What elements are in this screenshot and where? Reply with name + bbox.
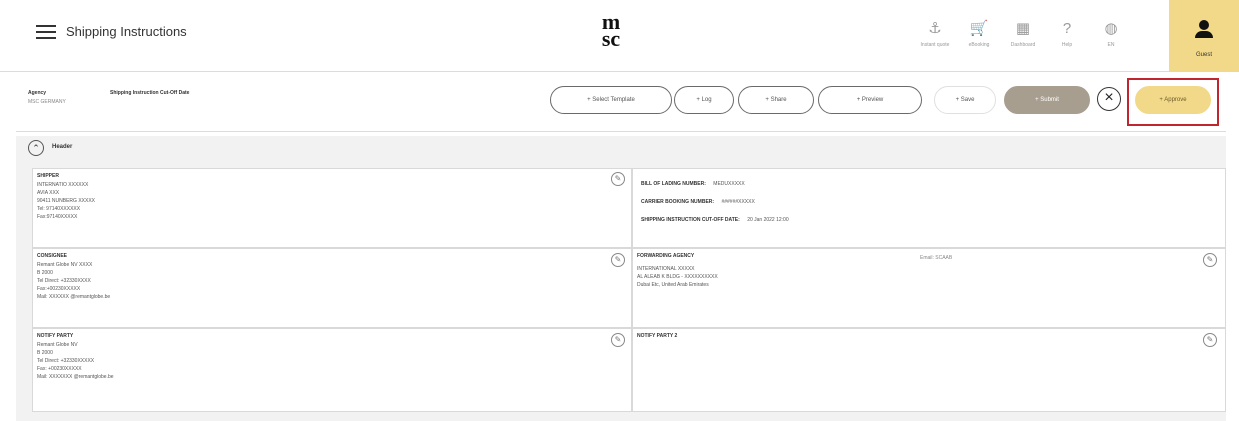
nav-language[interactable]: ◍ EN	[1089, 20, 1133, 48]
shipper-card: SHIPPER INTERNATIO XXXXXX AVIA XXX 90411…	[32, 168, 632, 248]
page-title: Shipping Instructions	[66, 24, 187, 39]
address-line: Mail: XXXXXXX @remantglobe.be	[37, 374, 114, 380]
collapse-icon[interactable]: ⌃	[28, 140, 44, 156]
agency-label: Agency	[28, 90, 47, 96]
consignee-title: CONSIGNEE	[37, 253, 68, 259]
guest-label: Guest	[1195, 52, 1212, 58]
close-icon[interactable]: ×	[1097, 87, 1121, 111]
notify-party-2-title: NOTIFY PARTY 2	[637, 333, 678, 339]
address-line: B 2000	[37, 350, 53, 356]
nav-label: eBooking	[968, 42, 990, 48]
address-line: Tel Direct: +32330XXXXX	[37, 358, 95, 364]
address-line: Fax:+00230XXXXX	[37, 286, 81, 292]
si-cutoff-date: SHIPPING INSTRUCTION CUT-OFF DATE: 20 Ja…	[641, 217, 789, 223]
action-bar: Agency MSC GERMANY Shipping Instruction …	[16, 72, 1226, 132]
address-line: INTERNATIONAL XXXXX	[637, 266, 695, 272]
address-line: Tel: 97140XXXXXX	[37, 206, 81, 212]
top-bar: Shipping Instructions m sc ⚓ Instant quot…	[0, 0, 1239, 72]
msc-logo: m sc	[601, 9, 621, 51]
help-icon: ?	[1062, 20, 1072, 37]
save-button[interactable]: + Save	[934, 86, 996, 114]
address-line: 90411 NUNBERG XXXXX	[37, 198, 95, 204]
log-button[interactable]: + Log	[674, 86, 734, 114]
address-line: Tel Direct: +32330XXXX	[37, 278, 91, 284]
anchor-icon: ⚓	[928, 20, 942, 37]
forwarding-email: Email: SCAAB	[920, 255, 953, 261]
edit-icon[interactable]: ✎	[611, 253, 625, 267]
bl-number-value: MEDUXXXXX	[713, 181, 745, 187]
nav-help[interactable]: ? Help	[1045, 20, 1089, 48]
edit-icon[interactable]: ✎	[611, 333, 625, 347]
forwarding-address: INTERNATIONAL XXXXX AL ALEAB K BLDG - XX…	[637, 265, 718, 289]
cutoff-label: Shipping Instruction Cut-Off Date	[110, 90, 190, 96]
bl-number: BILL OF LADING NUMBER: MEDUXXXXX	[641, 181, 745, 187]
nav-ebooking[interactable]: 🛒 eBooking	[957, 20, 1001, 48]
nav-instant-quote[interactable]: ⚓ Instant quote	[913, 20, 957, 48]
user-icon	[1199, 20, 1209, 30]
booking-number-value: ######XXXXX	[721, 199, 755, 205]
shipper-address: INTERNATIO XXXXXX AVIA XXX 90411 NUNBERG…	[37, 181, 95, 221]
submit-button[interactable]: + Submit	[1004, 86, 1090, 114]
agency-info: Agency MSC GERMANY	[28, 90, 66, 105]
address-line: AL ALEAB K BLDG - XXXXXXXXXX	[637, 274, 718, 280]
notify-party-2-card: NOTIFY PARTY 2 ✎	[632, 328, 1226, 412]
nav-label: EN	[1107, 42, 1115, 48]
si-cutoff-value: 20 Jan 2022 12:00	[747, 217, 789, 223]
address-line: B 2000	[37, 270, 53, 276]
edit-icon[interactable]: ✎	[1203, 253, 1217, 267]
address-line: Fax: +00230XXXXX	[37, 366, 82, 372]
nav-label: Help	[1061, 42, 1073, 48]
agency-value: MSC GERMANY	[28, 99, 66, 105]
section-header: ⌃ Header	[16, 136, 1226, 160]
shipper-title: SHIPPER	[37, 173, 59, 179]
nav-dashboard[interactable]: ▦ Dashboard	[1001, 20, 1045, 48]
consignee-card: CONSIGNEE Remant Globe NV XXXX B 2000 Te…	[32, 248, 632, 328]
nav-label: Dashboard	[1010, 42, 1036, 48]
address-line: Dubai Etc, United Arab Emirates	[637, 282, 709, 288]
notify-party-address: Remant Globe NV B 2000 Tel Direct: +3233…	[37, 341, 114, 381]
bl-number-label: BILL OF LADING NUMBER:	[641, 181, 706, 187]
address-line: INTERNATIO XXXXXX	[37, 182, 89, 188]
select-template-button[interactable]: + Select Template	[550, 86, 672, 114]
header-section: ⌃ Header SHIPPER INTERNATIO XXXXXX AVIA …	[16, 136, 1226, 421]
bl-details-card: BILL OF LADING NUMBER: MEDUXXXXX CARRIER…	[632, 168, 1226, 248]
cutoff-info: Shipping Instruction Cut-Off Date	[110, 90, 189, 99]
edit-icon[interactable]: ✎	[1203, 333, 1217, 347]
cart-icon: 🛒	[969, 20, 989, 37]
address-line: Mail: XXXXXX @remantglobe.be	[37, 294, 111, 300]
booking-number-label: CARRIER BOOKING NUMBER:	[641, 199, 715, 205]
address-line: Remant Globe NV	[37, 342, 78, 348]
approve-highlight	[1127, 78, 1219, 126]
share-button[interactable]: + Share	[738, 86, 814, 114]
forwarding-title: FORWARDING AGENCY	[637, 253, 695, 259]
forwarding-agency-card: FORWARDING AGENCY Email: SCAAB INTERNATI…	[632, 248, 1226, 328]
guest-button[interactable]: Guest	[1169, 0, 1239, 72]
section-title: Header	[52, 144, 73, 150]
notify-party-title: NOTIFY PARTY	[37, 333, 74, 339]
address-line: Fax:97140XXXXX	[37, 214, 78, 220]
menu-icon[interactable]	[36, 25, 56, 39]
notify-party-card: NOTIFY PARTY Remant Globe NV B 2000 Tel …	[32, 328, 632, 412]
address-line: Remant Globe NV XXXX	[37, 262, 93, 268]
address-line: AVIA XXX	[37, 190, 60, 196]
nav-label: Instant quote	[920, 42, 950, 48]
si-cutoff-label: SHIPPING INSTRUCTION CUT-OFF DATE:	[641, 217, 740, 223]
booking-number: CARRIER BOOKING NUMBER: ######XXXXX	[641, 199, 755, 205]
user-icon-body	[1195, 31, 1213, 38]
dashboard-icon: ▦	[1015, 20, 1031, 37]
preview-button[interactable]: + Preview	[818, 86, 922, 114]
edit-icon[interactable]: ✎	[611, 172, 625, 186]
globe-icon: ◍	[1104, 20, 1118, 37]
consignee-address: Remant Globe NV XXXX B 2000 Tel Direct: …	[37, 261, 110, 301]
